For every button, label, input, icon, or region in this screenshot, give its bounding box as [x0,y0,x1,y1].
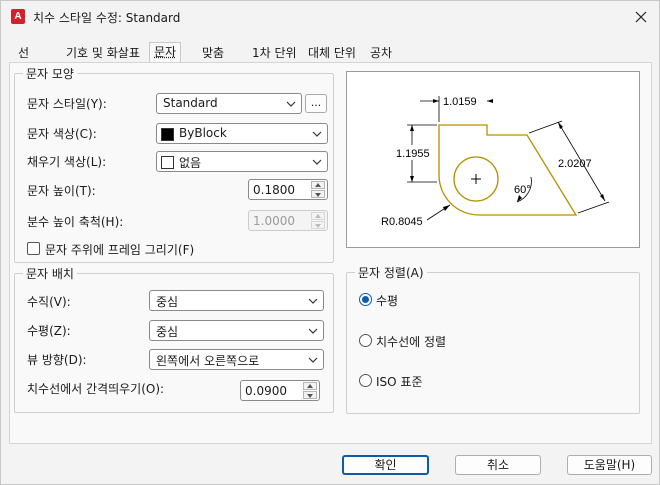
draw-frame-label: 문자 주위에 프레임 그리기(F) [45,243,195,257]
tab-lines[interactable]: 선 [13,43,34,63]
tab-text[interactable]: 문자 [149,42,182,63]
chevron-down-icon [308,357,318,363]
align-horizontal-label: 수평 [376,294,399,308]
view-direction-dropdown[interactable]: 왼쪽에서 오른쪽으로 [149,349,324,370]
vertical-dropdown[interactable]: 중심 [149,290,324,311]
cancel-button[interactable]: 취소 [455,455,541,475]
horizontal-value: 중심 [156,325,179,339]
text-style-value: Standard [163,96,218,110]
dimension-preview: 1.0159 1.1955 2.0207 60° R0.8045 [346,71,640,248]
color-swatch-icon [161,128,174,141]
tab-primary-units[interactable]: 1차 단위 [247,43,302,63]
dim-angle-text: 60° [514,184,531,196]
fill-color-value: 없음 [179,156,202,170]
text-color-dropdown[interactable]: ByBlock [156,123,328,144]
title-bar: A 치수 스타일 수정: Standard [1,1,659,33]
dim-top-text: 1.0159 [443,96,477,108]
arrow-down-icon [315,193,321,197]
dialog-window: A 치수 스타일 수정: Standard 선 기호 및 화살표 문자 맞춤 1… [0,0,660,485]
dim-radius-text: R0.8045 [381,216,423,228]
text-style-dropdown[interactable]: Standard [156,93,302,114]
horizontal-dropdown[interactable]: 중심 [149,320,324,341]
ok-button[interactable]: 확인 [342,455,429,475]
arrow-down-icon [307,394,313,398]
align-with-dim-line-radio[interactable] [359,334,372,347]
fraction-height-value: 1.0000 [253,214,295,228]
text-color-label: 문자 색상(C): [27,127,97,141]
horizontal-label: 수평(Z): [27,324,71,338]
text-height-label: 문자 높이(T): [27,184,96,198]
view-direction-label: 뷰 방향(D): [27,353,87,367]
help-button[interactable]: 도움말(H) [567,455,652,475]
window-title: 치수 스타일 수정: Standard [33,11,181,25]
text-height-value: 0.1800 [253,183,295,197]
fill-color-dropdown[interactable]: 없음 [156,151,328,172]
arrow-up-icon [307,384,313,388]
arrow-up-icon [315,183,321,187]
chevron-down-icon [308,328,318,334]
align-iso-standard-radio[interactable] [359,374,372,387]
offset-value: 0.0900 [245,384,287,398]
dim-left-text: 1.1955 [396,148,430,160]
text-style-label: 문자 스타일(Y): [27,97,107,111]
view-direction-value: 왼쪽에서 오른쪽으로 [156,354,260,368]
spin-up-button[interactable] [311,212,325,220]
vertical-label: 수직(V): [27,295,71,309]
draw-frame-checkbox[interactable] [27,242,40,255]
spin-down-button[interactable] [311,190,325,198]
close-icon [635,11,647,23]
text-placement-group: 문자 배치 수직(V): 중심 수평(Z): 중심 뷰 방향(D): 왼쪽에서 … [14,265,334,413]
fraction-height-spinner[interactable]: 1.0000 [248,210,328,231]
vertical-value: 중심 [156,295,179,309]
spin-down-button[interactable] [311,221,325,229]
arrow-up-icon [315,214,321,218]
close-button[interactable] [631,7,651,27]
text-height-spinner[interactable]: 0.1800 [248,179,328,200]
tab-symbols-arrows[interactable]: 기호 및 화살표 [61,43,145,63]
fill-color-label: 채우기 색상(L): [27,155,107,169]
align-with-dim-line-label: 치수선에 정렬 [376,335,447,349]
align-iso-standard-label: ISO 표준 [376,375,423,389]
text-alignment-group: 문자 정렬(A) 수평 치수선에 정렬 ISO 표준 [346,264,640,414]
spin-up-button[interactable] [311,181,325,189]
text-appearance-heading: 문자 모양 [23,65,77,82]
offset-spinner[interactable]: 0.0900 [240,380,320,401]
spin-up-button[interactable] [303,382,317,390]
dim-diag-text: 2.0207 [558,158,592,170]
fraction-height-label: 분수 높이 축척(H): [27,215,124,229]
chevron-down-icon [312,159,322,165]
part-outline [438,124,578,216]
chevron-down-icon [312,131,322,137]
text-color-value: ByBlock [179,126,227,140]
spin-down-button[interactable] [303,391,317,399]
tab-content-panel: 문자 모양 문자 스타일(Y): Standard ... 문자 색상(C): … [9,62,652,444]
preview-drawing: 1.0159 1.1955 2.0207 60° R0.8045 [381,96,610,228]
text-style-browse-button[interactable]: ... [305,94,327,113]
text-appearance-group: 문자 모양 문자 스타일(Y): Standard ... 문자 색상(C): … [14,65,334,263]
tab-strip: 선 기호 및 화살표 문자 맞춤 1차 단위 대체 단위 공차 [9,42,651,63]
color-swatch-icon [161,156,174,169]
chevron-down-icon [308,298,318,304]
offset-label: 치수선에서 간격띄우기(O): [27,382,165,396]
tab-tolerances[interactable]: 공차 [365,43,397,63]
align-horizontal-radio[interactable] [359,293,372,306]
text-alignment-heading: 문자 정렬(A) [355,264,427,281]
text-placement-heading: 문자 배치 [23,265,77,282]
autocad-app-icon: A [11,9,25,24]
tab-fit[interactable]: 맞춤 [197,43,229,63]
chevron-down-icon [286,101,296,107]
arrow-down-icon [315,224,321,228]
tab-alternate-units[interactable]: 대체 단위 [303,43,361,63]
